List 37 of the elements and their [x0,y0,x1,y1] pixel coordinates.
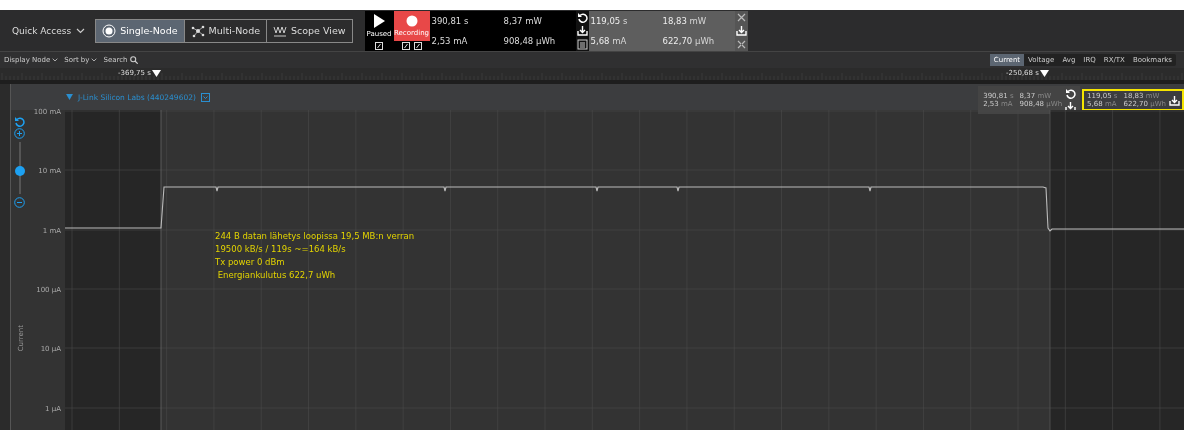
collapse-icon [66,94,73,100]
annotation-text: 244 B datan lähetys loopissa 19,5 MB:n verran [215,230,415,243]
reading: 2,53 mA [431,36,469,46]
download-icon[interactable] [576,25,588,37]
annotation-text: Tx power 0 dBm [215,256,286,269]
reading: 8,37 mW [503,16,543,26]
view-tab[interactable]: Single-Node [96,19,185,42]
expand-icon[interactable] [735,38,747,50]
zoom-slider-thumb[interactable] [14,165,25,176]
chevron-down-icon[interactable] [76,27,86,34]
annotation-text: 19500 kB/s / 119s ~=164 kB/s [215,243,347,256]
zoom-in-icon[interactable] [14,128,25,139]
reading: 390,81 s [431,16,470,26]
download-icon[interactable] [1169,94,1180,106]
dropdown-icon[interactable] [200,92,210,102]
record-icon [405,15,418,27]
download-icon[interactable] [1065,101,1077,112]
list-icon[interactable] [576,38,588,50]
play-icon [373,14,386,28]
reading: 119,05 s [590,16,629,26]
reading: 908,48 μWh [503,36,557,46]
chevron-down-icon[interactable] [52,57,59,63]
reading: 5,68 mA [590,36,628,46]
zoom-out-icon[interactable] [14,197,25,208]
network-icon [190,23,205,38]
annotation-text: Energiankulutus 622,7 uWh [216,269,337,282]
reading: 18,83 mW [662,16,708,26]
trigger-icon[interactable] [413,42,422,50]
download-icon[interactable] [735,25,747,37]
close-icon[interactable] [735,12,747,24]
chevron-down-icon[interactable] [91,57,98,63]
radio-icon [102,23,117,38]
trigger-icon[interactable] [375,42,384,50]
quick-access-menu[interactable]: Quick Access [12,25,86,36]
trigger-icon[interactable] [401,42,410,50]
reading: 622,70 μWh [662,36,716,46]
search-icon[interactable] [129,56,138,64]
